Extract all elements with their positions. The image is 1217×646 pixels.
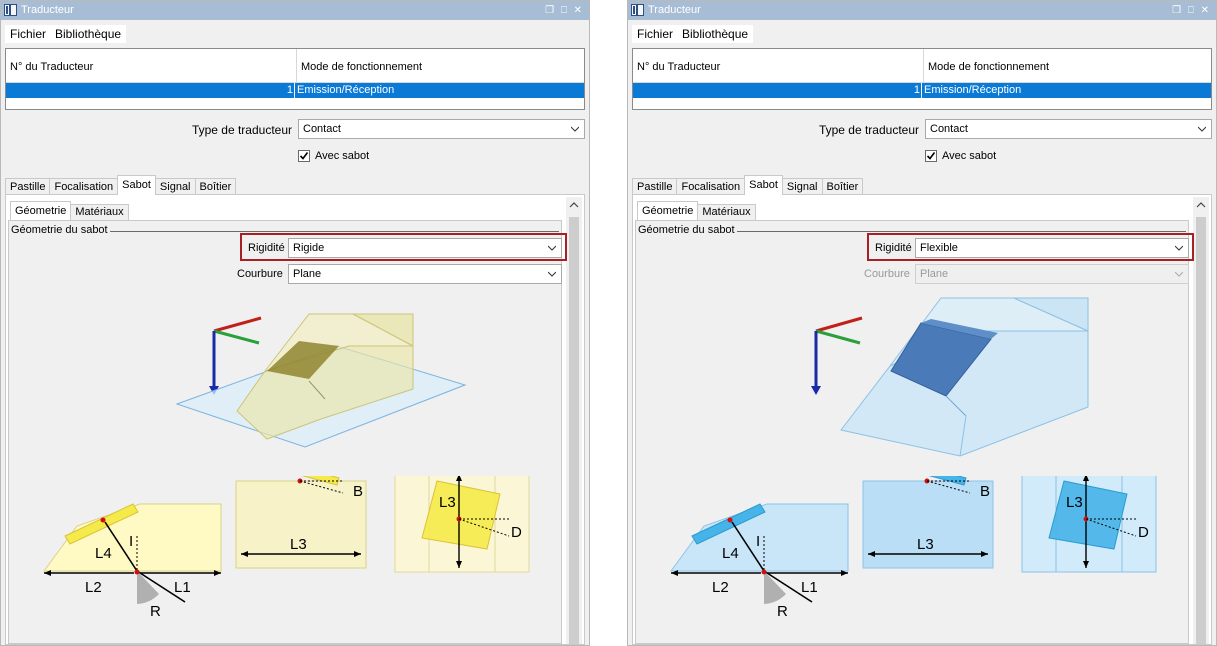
traducteur-panel-left: Traducteur ❒ ⎕ ✕ Fichier Bibliothèque N°…	[0, 0, 590, 646]
type-traducteur-combo[interactable]: Contact	[925, 119, 1212, 139]
subtab-geometrie[interactable]: Géometrie	[10, 201, 72, 220]
sabot-tab-page: Géometrie Matériaux Géometrie du sabot R…	[5, 194, 585, 645]
wedge-schematics: L4 I L2 L1 R B L3 L3 D	[43, 476, 530, 620]
tab-boitier[interactable]: Boîtier	[194, 178, 237, 195]
label-L3-top: L3	[290, 536, 307, 553]
label-L1: L1	[801, 579, 818, 596]
label-R: R	[777, 603, 788, 620]
cell-numero: 1	[913, 84, 920, 96]
tab-bar: Pastille Focalisation Sabot Signal Boîti…	[632, 175, 864, 195]
column-header-mode[interactable]: Mode de fonctionnement	[301, 61, 422, 73]
sub-tab-bar: Géometrie Matériaux	[10, 201, 129, 220]
tab-focalisation[interactable]: Focalisation	[49, 178, 119, 195]
subtab-materiaux[interactable]: Matériaux	[697, 204, 756, 220]
tab-pastille[interactable]: Pastille	[5, 178, 51, 195]
type-traducteur-value: Contact	[303, 123, 341, 135]
cell-numero: 1	[286, 84, 293, 96]
tab-pastille[interactable]: Pastille	[632, 178, 678, 195]
scroll-up-icon[interactable]	[1196, 201, 1206, 209]
scroll-thumb[interactable]	[1196, 217, 1206, 644]
subtab-materiaux[interactable]: Matériaux	[70, 204, 129, 220]
avec-sabot-label: Avec sabot	[942, 150, 997, 162]
label-D: D	[1138, 524, 1149, 541]
menu-bar: Fichier Bibliothèque	[5, 25, 127, 43]
app-window-icon	[631, 4, 644, 16]
label-I: I	[129, 533, 133, 550]
window-controls[interactable]: ❒ ⎕ ✕	[545, 1, 584, 20]
label-L1: L1	[174, 579, 191, 596]
label-L3-top: L3	[917, 536, 934, 553]
scroll-thumb[interactable]	[569, 217, 579, 644]
label-L4: L4	[95, 545, 112, 562]
geometrie-page: Géometrie du sabot Rigidité Flexible Cou…	[635, 220, 1194, 644]
tab-signal[interactable]: Signal	[154, 178, 196, 195]
checkmark-icon	[299, 152, 309, 160]
combo-arrow-icon	[1198, 126, 1206, 132]
sub-tab-bar: Géometrie Matériaux	[637, 201, 756, 220]
sabot-tab-page: Géometrie Matériaux Géometrie du sabot R…	[632, 194, 1212, 645]
label-I: I	[756, 533, 760, 550]
axes-triad-icon	[811, 316, 863, 395]
tab-bar: Pastille Focalisation Sabot Signal Boîti…	[5, 175, 237, 195]
column-header-numero[interactable]: N° du Traducteur	[637, 61, 720, 73]
tab-focalisation[interactable]: Focalisation	[676, 178, 746, 195]
label-B: B	[353, 483, 363, 500]
tab-boitier[interactable]: Boîtier	[821, 178, 864, 195]
traducteur-panel-right: Traducteur ❒ ⎕ ✕ Fichier Bibliothèque N°…	[627, 0, 1217, 646]
traducteur-table: N° du Traducteur Mode de fonctionnement …	[632, 48, 1212, 110]
groupbox-title: Géometrie du sabot	[11, 224, 110, 236]
table-header: N° du Traducteur Mode de fonctionnement	[6, 49, 584, 83]
avec-sabot-row: Avec sabot	[298, 150, 369, 162]
menu-fichier[interactable]: Fichier	[10, 27, 46, 41]
groupbox-title: Géometrie du sabot	[638, 224, 737, 236]
column-header-mode[interactable]: Mode de fonctionnement	[928, 61, 1049, 73]
wedge-schematics: L4 I L2 L1 R B L3 L3 D	[670, 476, 1157, 620]
tab-sabot[interactable]: Sabot	[117, 175, 156, 195]
menu-bibliotheque[interactable]: Bibliothèque	[55, 27, 121, 41]
tab-sabot[interactable]: Sabot	[744, 175, 783, 195]
combo-arrow-icon	[571, 126, 579, 132]
menu-bar: Fichier Bibliothèque	[632, 25, 754, 43]
traducteur-table: N° du Traducteur Mode de fonctionnement …	[5, 48, 585, 110]
avec-sabot-label: Avec sabot	[315, 150, 370, 162]
cell-mode: Emission/Réception	[297, 84, 395, 96]
type-traducteur-label: Type de traducteur	[191, 123, 292, 137]
window-title: Traducteur	[21, 4, 74, 16]
label-L2: L2	[85, 579, 102, 596]
avec-sabot-checkbox[interactable]	[298, 150, 310, 162]
label-L3-side: L3	[439, 494, 456, 511]
subtab-geometrie[interactable]: Géometrie	[637, 201, 699, 220]
column-header-numero[interactable]: N° du Traducteur	[10, 61, 93, 73]
window-title: Traducteur	[648, 4, 701, 16]
menu-fichier[interactable]: Fichier	[637, 27, 673, 41]
cell-mode: Emission/Réception	[924, 84, 1022, 96]
geometrie-page: Géometrie du sabot Rigidité Rigide Courb…	[8, 220, 567, 644]
app-window-icon	[4, 4, 17, 16]
window-controls[interactable]: ❒ ⎕ ✕	[1172, 1, 1211, 20]
checkmark-icon	[926, 152, 936, 160]
label-L4: L4	[722, 545, 739, 562]
label-B: B	[980, 483, 990, 500]
scroll-up-icon[interactable]	[569, 201, 579, 209]
tab-signal[interactable]: Signal	[781, 178, 823, 195]
label-L3-side: L3	[1066, 494, 1083, 511]
avec-sabot-checkbox[interactable]	[925, 150, 937, 162]
table-header: N° du Traducteur Mode de fonctionnement	[633, 49, 1211, 83]
table-row[interactable]: 1 Emission/Réception	[6, 83, 584, 98]
type-traducteur-combo[interactable]: Contact	[298, 119, 585, 139]
menu-bibliotheque[interactable]: Bibliothèque	[682, 27, 748, 41]
type-traducteur-value: Contact	[930, 123, 968, 135]
title-bar: Traducteur ❒ ⎕ ✕	[628, 1, 1216, 20]
table-row[interactable]: 1 Emission/Réception	[633, 83, 1211, 98]
avec-sabot-row: Avec sabot	[925, 150, 996, 162]
title-bar: Traducteur ❒ ⎕ ✕	[1, 1, 589, 20]
type-traducteur-label: Type de traducteur	[818, 123, 919, 137]
label-R: R	[150, 603, 161, 620]
label-D: D	[511, 524, 522, 541]
label-L2: L2	[712, 579, 729, 596]
